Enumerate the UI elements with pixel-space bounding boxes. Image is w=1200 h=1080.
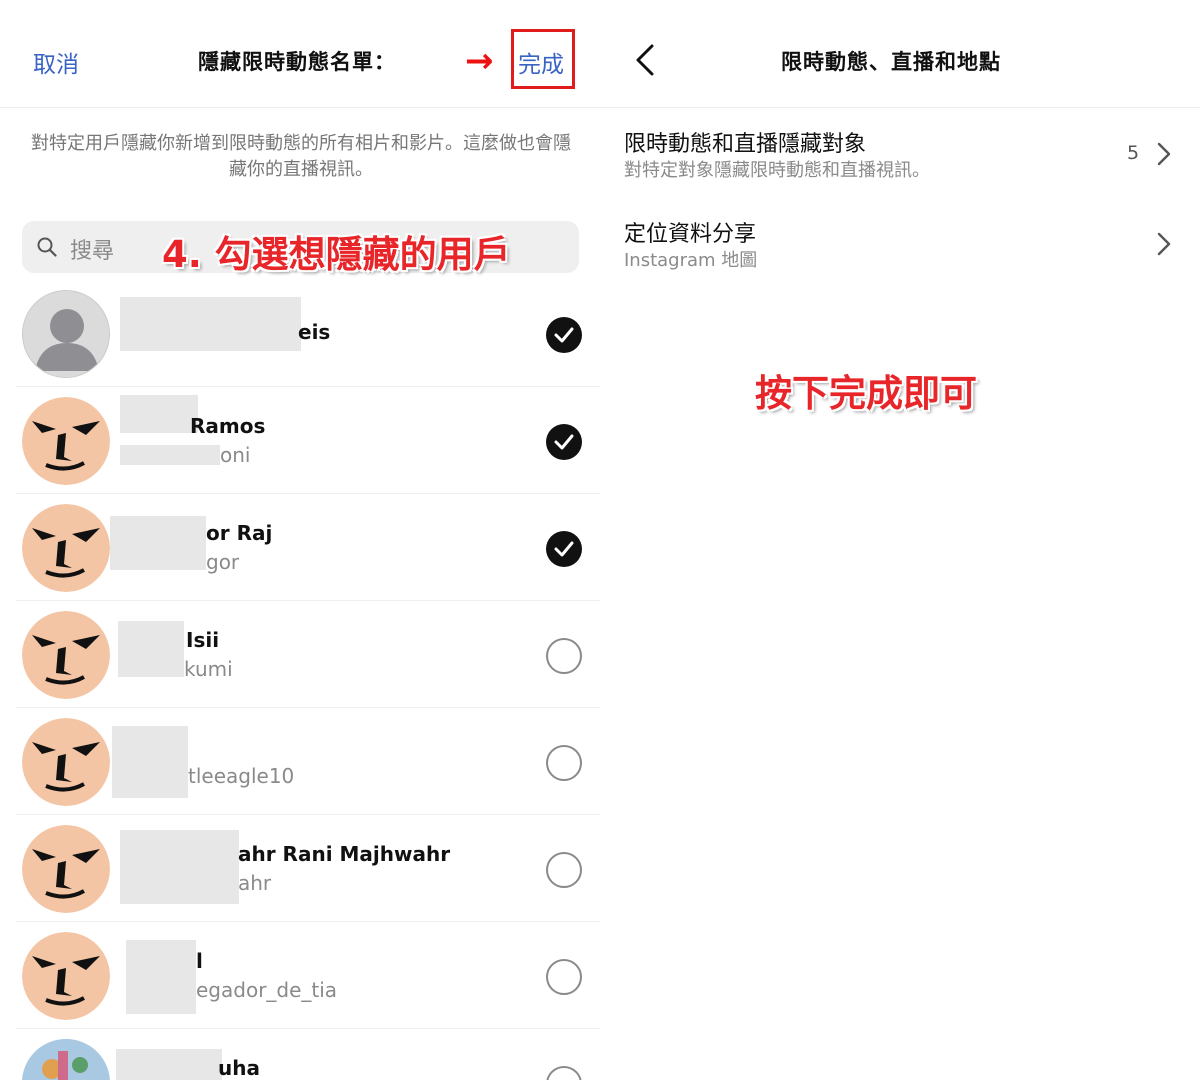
done-button[interactable]: 完成 <box>518 45 564 79</box>
checkbox-unchecked[interactable] <box>546 959 582 995</box>
user-row[interactable]: eis <box>16 280 600 387</box>
user-row[interactable]: ahr Rani Majhwahr ahr <box>16 815 600 922</box>
chevron-right-icon <box>1157 232 1171 256</box>
avatar <box>22 504 110 592</box>
cartoon-face-avatar <box>22 397 110 485</box>
blurred-name <box>120 297 301 351</box>
blurred-name <box>118 621 184 677</box>
cartoon-face-avatar <box>22 825 110 913</box>
checkmark-icon <box>554 434 574 450</box>
user-handle: ahr <box>238 871 272 895</box>
chevron-left-icon[interactable] <box>632 42 660 78</box>
avatar <box>22 825 110 913</box>
instruction-annotation: 按下完成即可 <box>755 372 977 415</box>
search-icon <box>37 237 57 257</box>
cartoon-face-avatar <box>22 504 110 592</box>
user-row[interactable]: tleeagle10 <box>16 708 600 815</box>
avatar <box>22 290 110 378</box>
colorful-photo-avatar <box>22 1039 110 1080</box>
step-annotation: 4. 勾選想隱藏的用戶 <box>162 233 511 276</box>
user-row[interactable]: Ramos oni <box>16 387 600 494</box>
user-name: or Raj <box>206 521 273 545</box>
description-text: 對特定用戶隱藏你新增到限時動態的所有相片和影片。這麼做也會隱藏你的直播視訊。 <box>31 133 571 180</box>
checkbox-unchecked[interactable] <box>546 745 582 781</box>
user-row[interactable]: uha <box>16 1029 600 1080</box>
checkbox-unchecked[interactable] <box>546 1066 582 1080</box>
default-person-icon <box>35 309 99 371</box>
user-name: l <box>196 949 203 973</box>
checkmark-icon <box>554 541 574 557</box>
hide-story-from-item[interactable]: 限時動態和直播隱藏對象 對特定對象隱藏限時動態和直播視訊。 5 <box>600 118 1200 190</box>
item-subtitle: 對特定對象隱藏限時動態和直播視訊。 <box>624 160 930 181</box>
user-name: Isii <box>186 628 220 652</box>
item-title: 限時動態和直播隱藏對象 <box>624 132 867 157</box>
page-title: 限時動態、直播和地點 <box>781 50 1001 74</box>
cartoon-face-avatar <box>22 718 110 806</box>
avatar <box>22 718 110 806</box>
blurred-name <box>112 726 188 798</box>
checkmark-icon <box>554 327 574 343</box>
blurred-handle <box>120 445 220 465</box>
user-handle: egador_de_tia <box>196 978 338 1002</box>
user-name: ahr Rani Majhwahr <box>238 842 451 866</box>
blurred-name <box>120 395 198 433</box>
header-divider <box>0 107 600 108</box>
blurred-name <box>116 1049 222 1080</box>
user-row[interactable]: l egador_de_tia <box>16 922 600 1029</box>
arrow-annotation: → <box>465 41 494 81</box>
avatar <box>22 1039 110 1080</box>
user-handle: tleeagle10 <box>188 764 295 788</box>
user-name: Ramos <box>190 414 266 438</box>
cartoon-face-avatar <box>22 611 110 699</box>
item-title: 定位資料分享 <box>624 222 757 247</box>
user-handle: kumi <box>184 657 233 681</box>
checkbox-checked[interactable] <box>546 531 582 567</box>
user-name: uha <box>218 1056 260 1080</box>
user-row[interactable]: Isii kumi <box>16 601 600 708</box>
checkbox-checked[interactable] <box>546 317 582 353</box>
item-subtitle: Instagram 地圖 <box>624 250 758 271</box>
location-sharing-item[interactable]: 定位資料分享 Instagram 地圖 <box>600 208 1200 280</box>
cartoon-face-avatar <box>22 932 110 1020</box>
blurred-name <box>120 830 239 904</box>
chevron-right-icon <box>1157 142 1171 166</box>
count-badge: 5 <box>1127 142 1140 164</box>
checkbox-unchecked[interactable] <box>546 638 582 674</box>
user-name: eis <box>298 320 331 344</box>
page-title: 隱藏限時動態名單： <box>198 50 396 74</box>
avatar <box>22 611 110 699</box>
hide-story-list-screen: 取消 隱藏限時動態名單： → 完成 對特定用戶隱藏你新增到限時動態的所有相片和影… <box>0 0 600 1080</box>
header-divider <box>600 107 1200 108</box>
user-row[interactable]: or Raj gor <box>16 494 600 601</box>
avatar <box>22 932 110 1020</box>
user-handle: gor <box>206 550 240 574</box>
blurred-name <box>110 516 206 570</box>
story-live-location-screen: 限時動態、直播和地點 限時動態和直播隱藏對象 對特定對象隱藏限時動態和直播視訊。… <box>600 0 1200 1080</box>
blurred-name <box>126 940 196 1014</box>
user-handle: oni <box>220 443 251 467</box>
search-placeholder: 搜尋 <box>70 239 115 264</box>
checkbox-unchecked[interactable] <box>546 852 582 888</box>
avatar <box>22 397 110 485</box>
checkbox-checked[interactable] <box>546 424 582 460</box>
cancel-button[interactable]: 取消 <box>33 45 79 79</box>
